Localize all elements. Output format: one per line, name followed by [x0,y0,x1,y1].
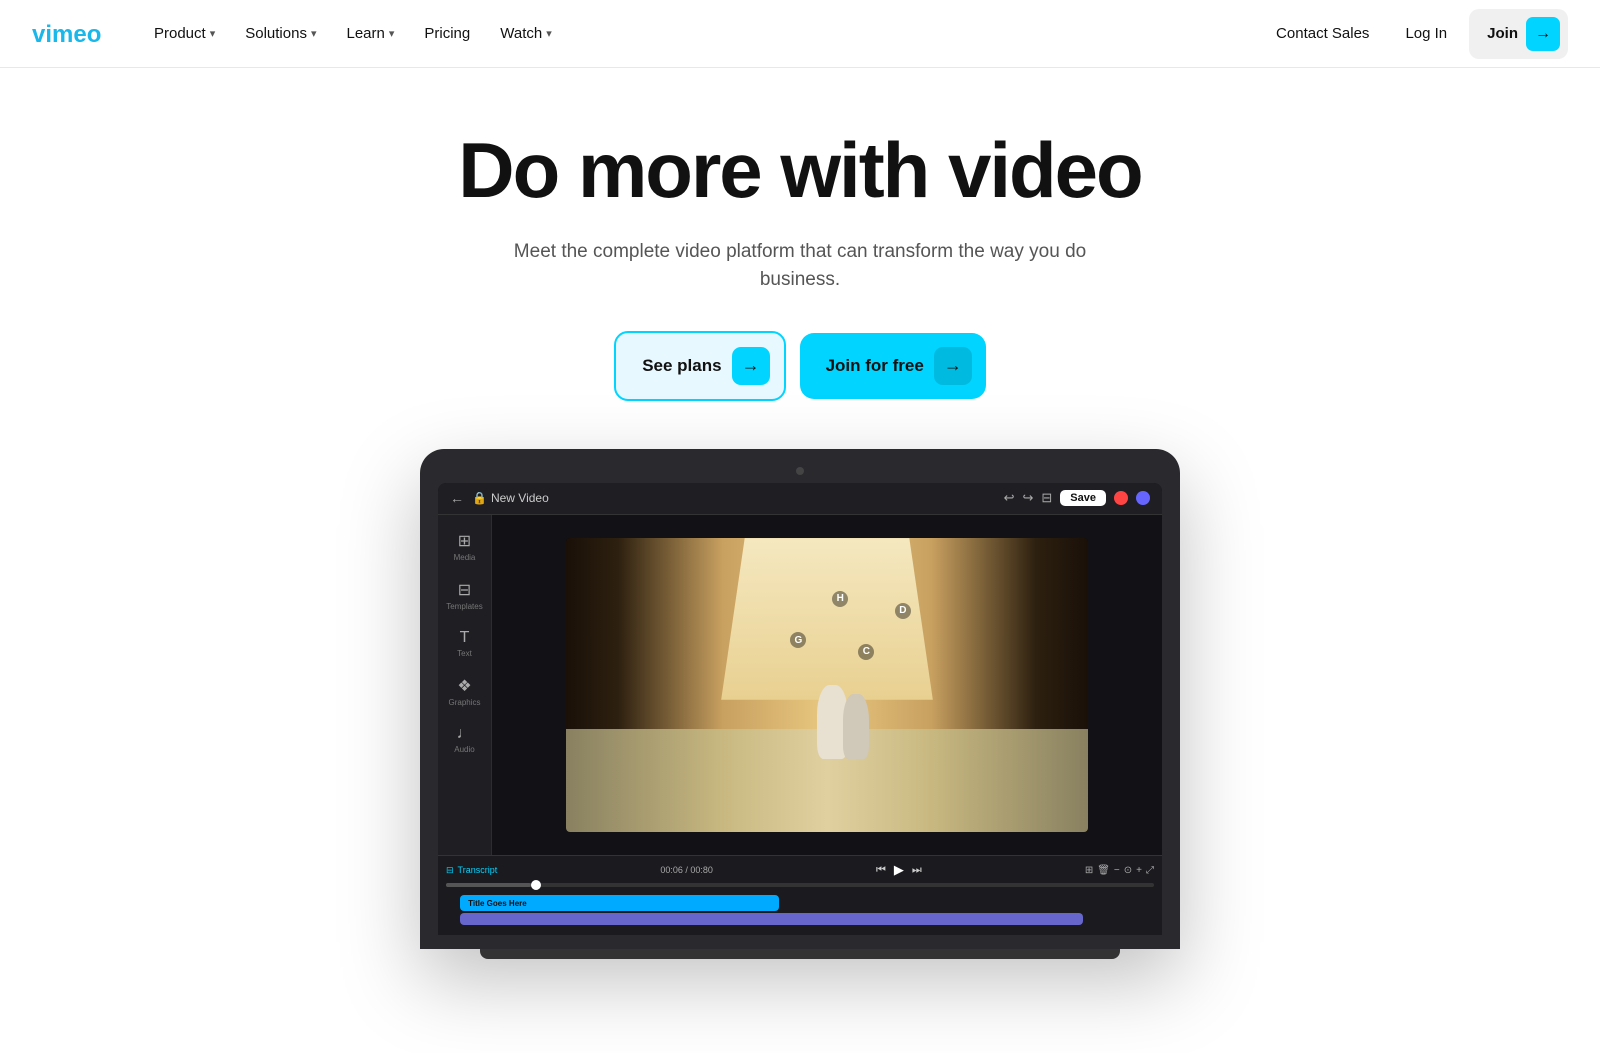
laptop-wrapper: ← 🔒 New Video ↩ ↪ ⊟ Save [420,449,1180,960]
nav-item-pricing[interactable]: Pricing [410,17,484,50]
share-button[interactable] [1136,491,1150,505]
redo-icon[interactable]: ↪ [1022,490,1033,506]
sidebar-label: Audio [454,745,474,754]
annotation-d: D [895,603,911,619]
undo-icon[interactable]: ↩ [1004,490,1015,506]
timeline-time: 00:06 / 00:80 [660,865,713,875]
lock-icon: 🔒 [472,491,487,505]
sidebar-tool-text[interactable]: T Text [442,623,488,664]
timeline-scrubber[interactable] [446,883,1154,887]
chevron-down-icon: ▾ [546,27,552,40]
nav-links: Product ▾ Solutions ▾ Learn ▾ Pricing Wa… [140,17,1262,50]
see-plans-button[interactable]: See plans → [614,331,785,401]
laptop-foot [480,949,1120,959]
svg-text:vimeo: vimeo [32,21,101,48]
toolbar-left: ← 🔒 New Video [450,490,549,506]
vimeo-logo[interactable]: vimeo [32,20,112,48]
editor-sidebar: ⊞ Media ⊟ Templates T Text [438,515,492,856]
zoom-slider[interactable]: ⊙ [1124,865,1132,876]
skip-forward-icon[interactable]: ⏭ [912,864,922,877]
zoom-out-icon[interactable]: − [1114,865,1120,876]
play-button[interactable]: ▶ [894,862,904,878]
video-scene: H G D C [566,538,1089,832]
media-icon: ⊞ [458,531,471,551]
laptop-mockup: ← 🔒 New Video ↩ ↪ ⊟ Save [20,449,1580,960]
arrow-icon: → [732,347,770,385]
laptop-base [438,935,1162,949]
login-link[interactable]: Log In [1391,17,1461,50]
laptop-body: ← 🔒 New Video ↩ ↪ ⊟ Save [420,449,1180,950]
camera-row [438,467,1162,475]
sidebar-label: Media [454,553,476,562]
editor-body: ⊞ Media ⊟ Templates T Text [438,515,1162,856]
video-track[interactable] [460,913,1083,925]
sidebar-label: Graphics [448,698,480,707]
hero-buttons: See plans → Join for free → [20,331,1580,401]
toolbar-right: ↩ ↪ ⊟ Save [1004,490,1150,506]
nav-right: Contact Sales Log In Join → [1262,9,1568,59]
text-icon: T [460,629,470,647]
editor-main: H G D C [492,515,1162,856]
zoom-in-icon[interactable]: + [1136,865,1142,876]
sidebar-tool-media[interactable]: ⊞ Media [442,525,488,568]
skip-back-icon[interactable]: ⏮ [876,864,886,877]
hero-title: Do more with video [350,128,1250,214]
nav-item-watch[interactable]: Watch ▾ [486,17,565,50]
timeline-controls: ⏮ ▶ ⏭ [876,862,922,878]
sidebar-tool-audio[interactable]: ♩ Audio [442,719,488,760]
split-icon[interactable]: ⊞ [1085,865,1093,876]
nav-item-product[interactable]: Product ▾ [140,17,229,50]
audio-icon: ♩ [457,725,473,743]
delete-icon[interactable]: 🗑 [1097,865,1110,876]
transcript-icon: ⊟ [446,865,454,876]
timeline-top: ⊟ Transcript 00:06 / 00:80 ⏮ ▶ ⏭ ⊞ [446,862,1154,878]
webcam-dot [796,467,804,475]
caption-track[interactable]: Title Goes Here [460,895,779,911]
editor-toolbar: ← 🔒 New Video ↩ ↪ ⊟ Save [438,483,1162,515]
record-button[interactable] [1114,491,1128,505]
annotation-h: H [832,591,848,607]
nav-item-learn[interactable]: Learn ▾ [332,17,408,50]
join-button[interactable]: Join → [1469,9,1568,59]
navbar: vimeo Product ▾ Solutions ▾ Learn ▾ Pric… [0,0,1600,68]
chevron-down-icon: ▾ [389,27,395,40]
sidebar-tool-graphics[interactable]: ❖ Graphics [442,670,488,713]
transcript-label[interactable]: ⊟ Transcript [446,865,497,876]
join-free-button[interactable]: Join for free → [800,333,986,399]
playhead[interactable] [531,880,541,890]
save-button[interactable]: Save [1060,490,1106,506]
hero-subtitle: Meet the complete video platform that ca… [500,238,1100,295]
sidebar-label: Templates [446,602,482,611]
toolbar-title: 🔒 New Video [472,491,549,505]
sidebar-label: Text [457,649,472,658]
graphics-icon: ❖ [457,676,471,696]
expand-icon[interactable]: ⤢ [1146,865,1154,876]
contact-sales-link[interactable]: Contact Sales [1262,17,1383,50]
hero-section: Do more with video Meet the complete vid… [0,68,1600,959]
back-icon[interactable]: ← [450,490,464,506]
chevron-down-icon: ▾ [210,27,216,40]
annotation-c: C [858,644,874,660]
sidebar-tool-templates[interactable]: ⊟ Templates [442,574,488,617]
annotation-g: G [790,632,806,648]
chevron-down-icon: ▾ [311,27,317,40]
nav-item-solutions[interactable]: Solutions ▾ [231,17,330,50]
timeline-right-controls: ⊞ 🗑 − ⊙ + ⤢ [1085,865,1154,876]
arrow-icon: → [934,347,972,385]
templates-icon: ⊟ [458,580,471,600]
join-arrow-icon: → [1526,17,1560,51]
person-2 [843,694,869,759]
caption-icon[interactable]: ⊟ [1041,490,1052,506]
video-preview: H G D C [566,538,1089,832]
editor-timeline: ⊟ Transcript 00:06 / 00:80 ⏮ ▶ ⏭ ⊞ [438,855,1162,935]
laptop-screen: ← 🔒 New Video ↩ ↪ ⊟ Save [438,483,1162,936]
timeline-fill [446,883,531,887]
